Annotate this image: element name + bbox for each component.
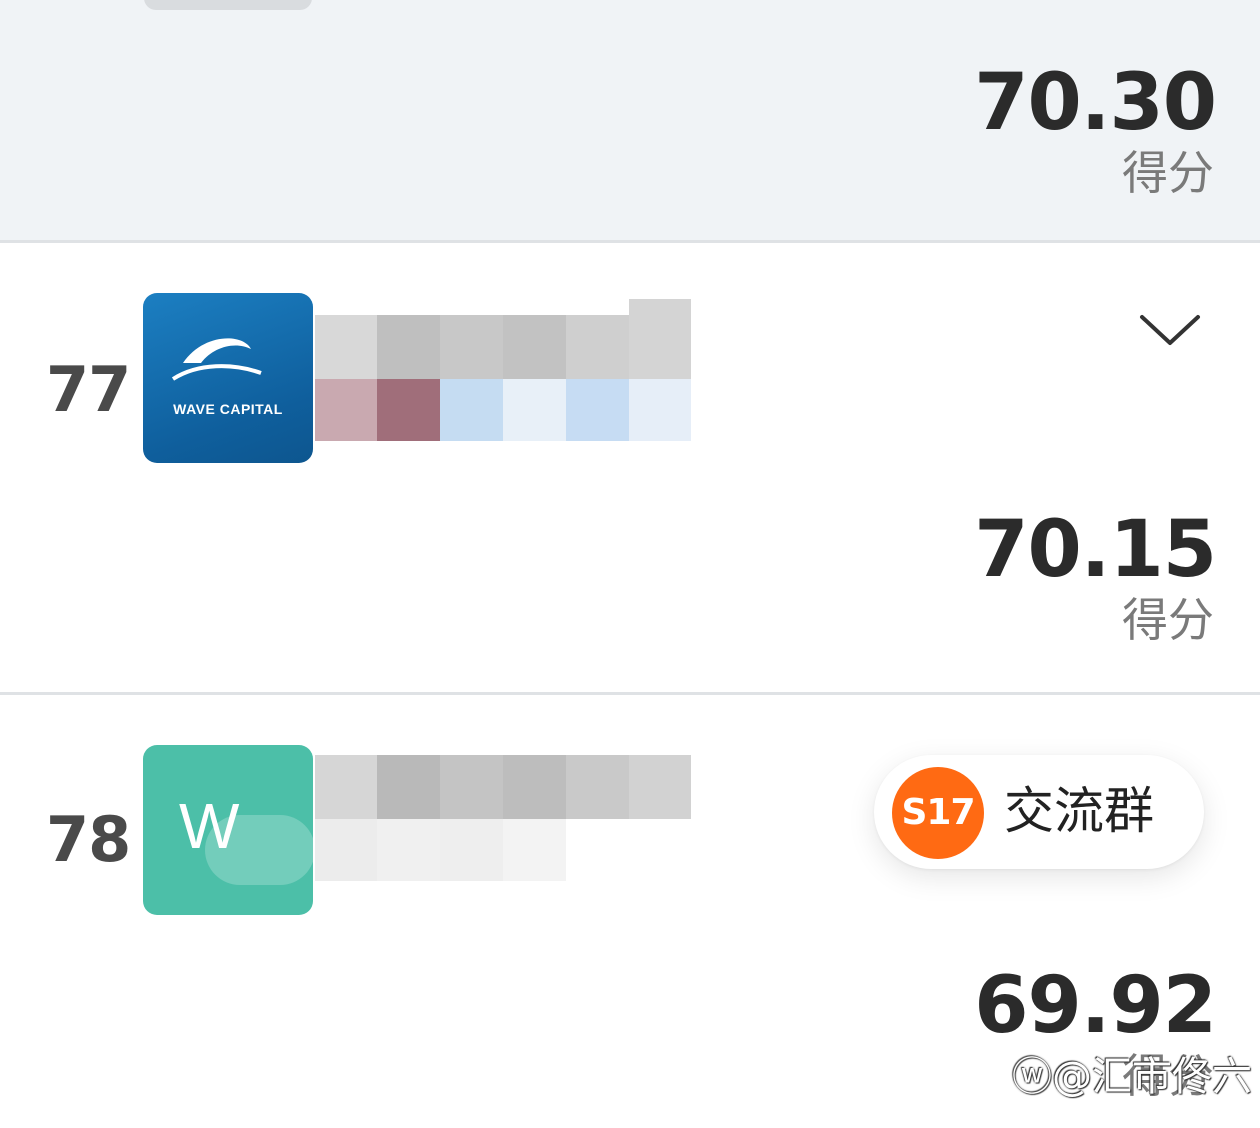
list-item[interactable]: 70.30 得分 [0,0,1260,240]
group-chat-label: 交流群 [1004,782,1154,840]
chevron-down-icon[interactable] [1138,311,1202,351]
logo-overlay [205,815,313,885]
rank-number: 78 [46,803,131,876]
logo-caption: WAVE CAPITAL [173,401,283,417]
group-chat-button[interactable]: S17 交流群 [874,755,1204,869]
watermark: ⓦ@汇市佟六 [1012,1044,1252,1102]
watermark-text: @汇市佟六 [1052,1054,1252,1100]
company-logo: WAVE CAPITAL [143,293,313,463]
score-label: 得分 [1122,593,1214,647]
previous-row-tag [144,0,312,10]
wave-logo-icon [171,338,262,381]
score-value: 70.30 [974,58,1217,148]
score-value: 69.92 [974,961,1217,1051]
redacted-name [315,295,695,445]
weibo-icon: ⓦ [1012,1054,1052,1100]
score-label: 得分 [1122,146,1214,200]
rank-number: 77 [46,353,131,426]
score-value: 70.15 [974,505,1217,595]
list-item[interactable]: 77 WAVE CAPITAL 70.15 得分 [0,243,1260,692]
company-logo: W [143,745,313,915]
redacted-name [315,755,695,905]
s17-badge-icon: S17 [892,767,984,859]
